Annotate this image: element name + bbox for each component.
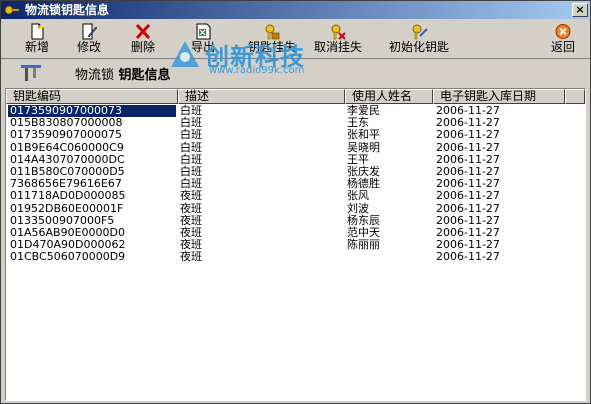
cell-key-code: 01D470A90D000062: [10, 238, 126, 252]
cell-storage-date: 2006-11-27: [436, 177, 500, 191]
cell-key-code: 0173590907000075: [10, 128, 122, 142]
delete-button[interactable]: 删除: [121, 21, 165, 57]
column-storage-date[interactable]: 电子钥匙入库日期: [433, 89, 565, 104]
cell-key-code: 0133500907000F5: [10, 213, 115, 227]
cell-user-name: 杨东辰: [347, 213, 380, 227]
table-row[interactable]: 01952DB60E00001F 夜班 刘波 2006-11-27: [6, 201, 585, 215]
cell-key-code: 01B9E64C060000C9: [10, 140, 124, 154]
section-title-prefix: 物流锁: [75, 68, 115, 83]
cell-storage-date: 2006-11-27: [436, 213, 500, 227]
cell-storage-date: 2006-11-27: [436, 116, 500, 130]
column-description[interactable]: 描述: [178, 89, 345, 104]
cell-key-code: 01A56AB90E0000D0: [10, 225, 126, 239]
cell-user-name: 王东: [347, 116, 369, 130]
cell-user-name: 王平: [347, 152, 369, 166]
cell-storage-date: 2006-11-27: [436, 238, 500, 252]
cell-storage-date: 2006-11-27: [436, 250, 500, 264]
cell-user-name: 李爱民: [347, 104, 380, 117]
column-filler: [565, 89, 585, 104]
cell-description: 白班: [180, 152, 202, 166]
column-user-name[interactable]: 使用人姓名: [345, 89, 433, 104]
cell-key-code: 0173590907000073: [8, 105, 176, 117]
section-title-main: 钥匙信息: [118, 68, 171, 83]
key-tool-icon: [21, 65, 41, 81]
new-label: 新增: [24, 40, 49, 54]
init-key-button[interactable]: 初始化钥匙: [381, 21, 457, 57]
list-rows: 0173590907000073 白班 李爱民 2006-11-27 015B83080…: [6, 105, 585, 263]
cell-description: 白班: [180, 140, 202, 154]
column-key-code[interactable]: 钥匙编码: [6, 89, 178, 104]
section-title: 物流锁 钥匙信息: [75, 64, 171, 83]
cell-description: 夜班: [180, 189, 202, 203]
cell-storage-date: 2006-11-27: [436, 201, 500, 215]
main-window: 物流锁钥匙信息 × 新增 修改 删除 导出 钥匙挂失 取消挂失 初始化钥匙 返回…: [0, 0, 591, 404]
edit-button[interactable]: 修改: [69, 21, 109, 57]
cell-user-name: 陈丽丽: [347, 238, 380, 252]
key-lock-icon: [265, 24, 280, 40]
key-list[interactable]: 钥匙编码 描述 使用人姓名 电子钥匙入库日期 0173590907000073 白…: [5, 88, 586, 401]
edit-document-icon: [82, 23, 98, 40]
cell-storage-date: 2006-11-27: [436, 152, 500, 166]
cell-user-name: 杨德胜: [347, 177, 380, 191]
cell-description: 夜班: [180, 213, 202, 227]
cell-storage-date: 2006-11-27: [436, 164, 500, 178]
table-row[interactable]: 01CBC506070000D9 夜班 2006-11-27: [6, 251, 585, 263]
cell-key-code: 011B580C070000D5: [10, 164, 125, 178]
cell-user-name: 张和平: [347, 128, 380, 142]
cell-description: 夜班: [180, 250, 202, 264]
back-label: 返回: [550, 40, 575, 54]
cell-storage-date: 2006-11-27: [436, 104, 500, 117]
cell-user-name: 吴晓明: [347, 140, 380, 154]
new-document-icon: [31, 23, 44, 40]
key-init-icon: [412, 24, 428, 40]
key-hang-label: 钥匙挂失: [247, 40, 296, 54]
cell-description: 夜班: [180, 201, 202, 215]
cell-storage-date: 2006-11-27: [436, 128, 500, 142]
key-hang-button[interactable]: 钥匙挂失: [241, 21, 303, 57]
export-button[interactable]: 导出: [183, 21, 223, 57]
new-button[interactable]: 新增: [17, 21, 57, 57]
list-header: 钥匙编码 描述 使用人姓名 电子钥匙入库日期: [6, 89, 585, 104]
back-icon: [555, 24, 571, 39]
table-row[interactable]: 01B9E64C060000C9 白班 吴晓明 2006-11-27: [6, 140, 585, 154]
export-label: 导出: [190, 40, 215, 54]
cell-user-name: 刘波: [347, 201, 369, 215]
init-key-label: 初始化钥匙: [388, 40, 449, 54]
delete-x-icon: [135, 23, 151, 40]
table-row[interactable]: 0173590907000075 白班 张和平 2006-11-27: [6, 129, 585, 141]
cell-storage-date: 2006-11-27: [436, 140, 500, 154]
cell-storage-date: 2006-11-27: [436, 225, 500, 239]
cell-key-code: 01CBC506070000D9: [10, 250, 126, 264]
cell-key-code: 015B830807000008: [10, 116, 123, 130]
export-excel-icon: [196, 23, 211, 40]
edit-label: 修改: [76, 40, 101, 54]
title-bar: 物流锁钥匙信息 ×: [1, 1, 590, 19]
cell-description: 白班: [180, 128, 202, 142]
cell-key-code: 01952DB60E00001F: [10, 201, 124, 215]
window-title: 物流锁钥匙信息: [25, 3, 110, 17]
cell-user-name: 张风: [347, 189, 369, 203]
cell-key-code: 7368656E79616E67: [10, 177, 122, 191]
cell-key-code: 014A4307070000DC: [10, 152, 125, 166]
table-row[interactable]: 011718AD0D000085 夜班 张风 2006-11-27: [6, 190, 585, 202]
cancel-hang-button[interactable]: 取消挂失: [307, 21, 369, 57]
section-header: 物流锁 钥匙信息: [1, 59, 590, 85]
cancel-hang-label: 取消挂失: [313, 40, 362, 54]
key-unlock-icon: [331, 24, 346, 40]
cell-key-code: 011718AD0D000085: [10, 189, 126, 203]
window-close-button[interactable]: ×: [572, 3, 588, 17]
toolbar: 新增 修改 删除 导出 钥匙挂失 取消挂失 初始化钥匙 返回: [1, 20, 590, 59]
cell-storage-date: 2006-11-27: [436, 189, 500, 203]
delete-label: 删除: [130, 40, 155, 54]
app-icon: [4, 5, 20, 15]
back-button[interactable]: 返回: [543, 21, 583, 57]
